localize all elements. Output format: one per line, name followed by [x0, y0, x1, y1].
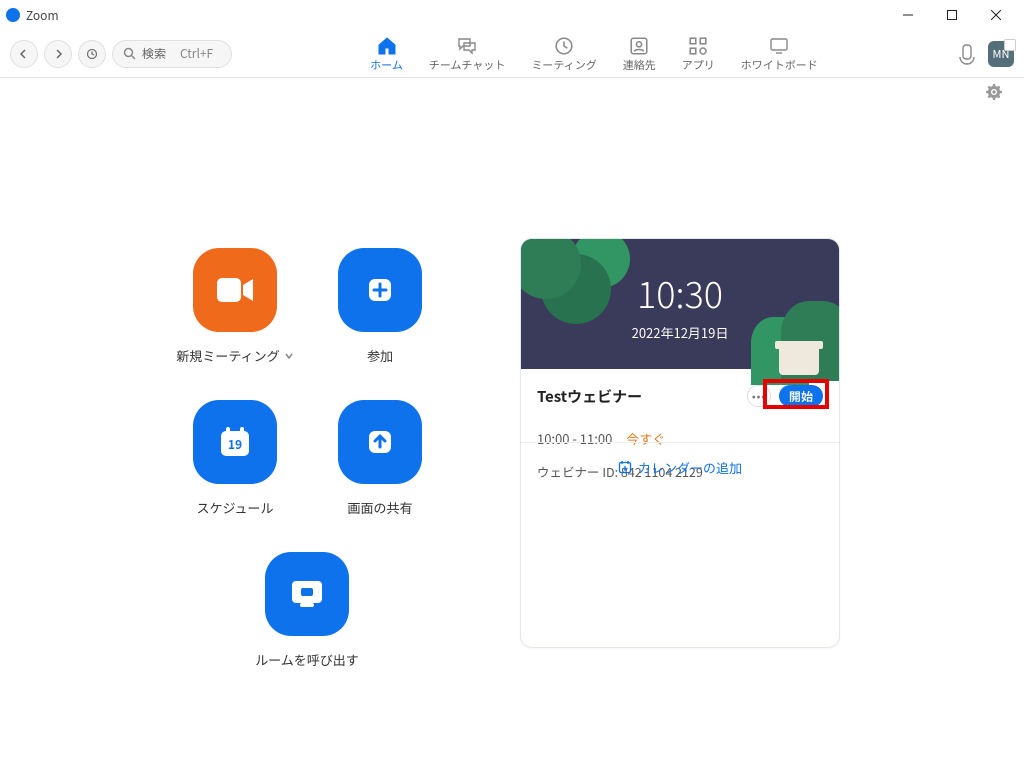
- search-input[interactable]: 検索 Ctrl+F: [112, 40, 232, 68]
- chat-icon: [457, 37, 477, 55]
- event-more-button[interactable]: •••: [747, 385, 771, 407]
- upcoming-card: 10:30 2022年12月19日 Testウェビナー ••• 開始 10:00…: [520, 238, 840, 648]
- maximize-button[interactable]: [930, 0, 974, 30]
- home-icon: [377, 37, 397, 55]
- back-button[interactable]: [10, 40, 38, 68]
- phone-icon[interactable]: [956, 43, 978, 65]
- share-up-icon: [338, 400, 422, 484]
- apps-icon: [688, 37, 708, 55]
- contacts-icon: [629, 37, 649, 55]
- svg-text:19: 19: [228, 436, 242, 453]
- window-title: Zoom: [26, 7, 59, 24]
- search-icon: [123, 47, 136, 60]
- tab-meeting[interactable]: ミーティング: [531, 35, 596, 73]
- avatar[interactable]: MN: [988, 41, 1014, 67]
- forward-button[interactable]: [44, 40, 72, 68]
- room-icon: [265, 552, 349, 636]
- room-tile[interactable]: ルームを呼び出す: [237, 552, 377, 669]
- toolbar: 検索 Ctrl+F ホーム チームチャット ミーティング 連絡先 アプリ ホワイ…: [0, 30, 1024, 78]
- search-shortcut: Ctrl+F: [180, 45, 213, 62]
- close-button[interactable]: [974, 0, 1018, 30]
- tab-whiteboard[interactable]: ホワイトボード: [741, 35, 818, 73]
- settings-button[interactable]: [986, 81, 1002, 105]
- clock-icon: [554, 37, 574, 55]
- zoom-logo-icon: [6, 8, 20, 22]
- join-tile[interactable]: 参加: [310, 248, 450, 365]
- chevron-down-icon[interactable]: [284, 351, 294, 361]
- schedule-tile[interactable]: 19 スケジュール: [165, 400, 305, 517]
- minimize-button[interactable]: [886, 0, 930, 30]
- tab-apps[interactable]: アプリ: [682, 35, 715, 73]
- nav-tabs: ホーム チームチャット ミーティング 連絡先 アプリ ホワイトボード: [238, 35, 950, 73]
- video-icon: [193, 248, 277, 332]
- search-placeholder: 検索: [142, 45, 166, 62]
- tab-contacts[interactable]: 連絡先: [623, 35, 656, 73]
- add-calendar-button[interactable]: カレンダーの追加: [618, 458, 742, 477]
- calendar-add-icon: [618, 460, 632, 474]
- calendar-icon: 19: [193, 400, 277, 484]
- start-button[interactable]: 開始: [779, 385, 823, 407]
- tab-home[interactable]: ホーム: [370, 35, 403, 73]
- tab-teamchat[interactable]: チームチャット: [429, 35, 506, 73]
- share-screen-tile[interactable]: 画面の共有: [310, 400, 450, 517]
- event-title: Testウェビナー: [537, 386, 739, 407]
- plus-icon: [338, 248, 422, 332]
- whiteboard-icon: [769, 37, 789, 55]
- history-button[interactable]: [78, 40, 106, 68]
- new-meeting-tile[interactable]: 新規ミーティング: [165, 248, 305, 365]
- titlebar: Zoom: [0, 0, 1024, 30]
- card-hero: 10:30 2022年12月19日: [521, 239, 839, 369]
